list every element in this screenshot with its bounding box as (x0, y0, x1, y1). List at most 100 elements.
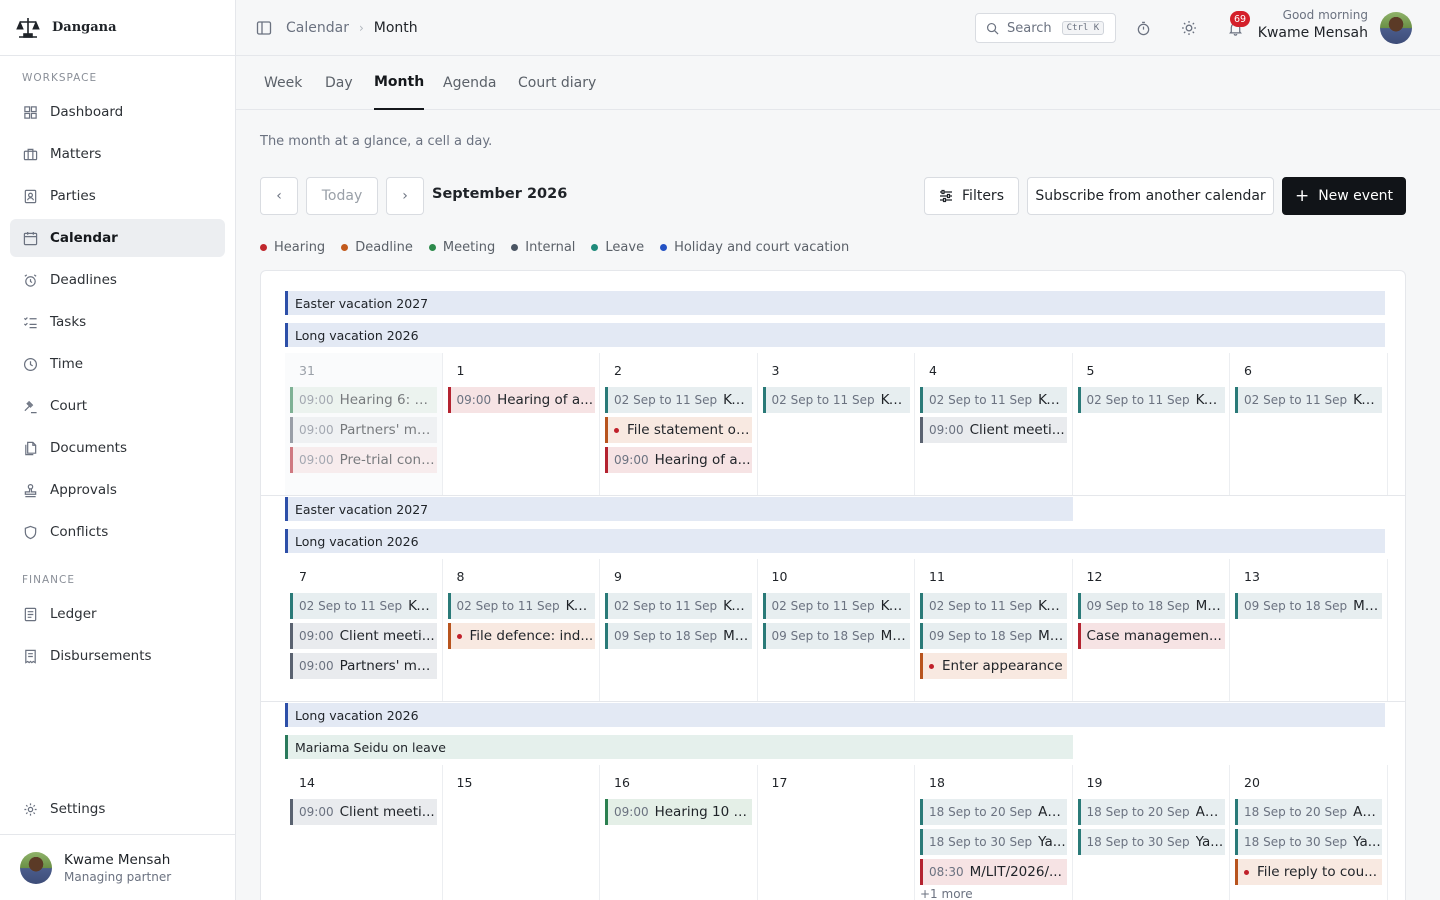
sidebar-item-calendar[interactable]: Calendar (10, 219, 225, 257)
calendar-event[interactable]: 18 Sep to 30 Sep Ya... (1235, 829, 1382, 855)
calendar-event[interactable]: 02 Sep to 11 Sep Koj... (1235, 387, 1382, 413)
brand[interactable]: Dangana (0, 0, 235, 56)
calendar-event[interactable]: 18 Sep to 20 Sep Ak... (1235, 799, 1382, 825)
previous-month-button[interactable]: ‹ (260, 177, 298, 215)
day-cell[interactable]: 17 (757, 765, 915, 900)
calendar-event[interactable]: Enter appearance (920, 653, 1067, 679)
calendar-event[interactable]: 18 Sep to 20 Sep Ak... (920, 799, 1067, 825)
sidebar-item-disbursements[interactable]: Disbursements (10, 637, 225, 675)
sidebar-user[interactable]: Kwame Mensah Managing partner (0, 834, 236, 900)
theme-toggle-icon[interactable] (1179, 18, 1199, 38)
calendar-event[interactable]: 02 Sep to 11 Sep Koj... (1077, 387, 1225, 413)
day-cell[interactable]: 13 09 Sep to 18 Sep Ma... (1230, 559, 1388, 701)
today-button[interactable]: Today (306, 177, 378, 215)
day-cell[interactable]: 1 09:00 Hearing of a... (442, 353, 600, 495)
day-cell[interactable]: 18 18 Sep to 20 Sep Ak... 18 Sep to 30 Sep Y… (915, 765, 1073, 900)
sidebar-item-dashboard[interactable]: Dashboard (10, 93, 225, 131)
next-month-button[interactable]: › (386, 177, 424, 215)
breadcrumb-calendar[interactable]: Calendar (286, 20, 349, 36)
calendar-event[interactable]: 02 Sep to 11 Sep Koj... (605, 593, 752, 619)
calendar-event[interactable]: 09:00 Hearing of a... (447, 387, 595, 413)
day-cell[interactable]: 31 09:00 Hearing 6: m... 09:00 Partners' me.… (285, 353, 443, 495)
calendar-band[interactable]: Mariama Seidu on leave (285, 735, 1073, 759)
calendar-event[interactable]: 02 Sep to 11 Sep Koj... (762, 387, 910, 413)
new-event-button[interactable]: + New event (1282, 177, 1406, 215)
day-cell[interactable]: 20 18 Sep to 20 Sep Ak... 18 Sep to 30 Sep Y… (1230, 765, 1388, 900)
sidebar-item-settings[interactable]: Settings (10, 790, 225, 828)
day-cell[interactable]: 2 02 Sep to 11 Sep Koj... File statement of… (600, 353, 758, 495)
calendar-event[interactable]: 09 Sep to 18 Sep Ma... (1235, 593, 1382, 619)
tab-agenda[interactable]: Agenda (443, 56, 496, 110)
calendar-event[interactable]: 02 Sep to 11 Sep Koj... (920, 593, 1067, 619)
sidebar-item-documents[interactable]: Documents (10, 429, 225, 467)
sidebar-item-tasks[interactable]: Tasks (10, 303, 225, 341)
day-cell[interactable]: 3 02 Sep to 11 Sep Koj... (757, 353, 915, 495)
tab-court-diary[interactable]: Court diary (518, 56, 596, 110)
calendar-event[interactable]: 09:00 Hearing 6: m... (290, 387, 437, 413)
calendar-event[interactable]: File defence: ind... (447, 623, 595, 649)
day-cell[interactable]: 4 02 Sep to 11 Sep Koj... 09:00 Client meeti… (915, 353, 1073, 495)
calendar-event[interactable]: 18 Sep to 30 Sep Ya... (920, 829, 1067, 855)
tab-month[interactable]: Month (374, 56, 425, 110)
calendar-event[interactable]: 02 Sep to 11 Sep Koj... (447, 593, 595, 619)
sidebar-item-court[interactable]: Court (10, 387, 225, 425)
day-cell[interactable]: 8 02 Sep to 11 Sep Koj... File defence: ind… (442, 559, 600, 701)
calendar-event[interactable]: 09:00 Partners' me... (290, 653, 437, 679)
calendar-event[interactable]: 09:00 Client meeti... (920, 417, 1067, 443)
calendar-band[interactable]: Long vacation 2026 (285, 703, 1385, 727)
calendar-event[interactable]: 09 Sep to 18 Sep Ma... (605, 623, 752, 649)
day-cell[interactable]: 5 02 Sep to 11 Sep Koj... (1072, 353, 1230, 495)
sidebar-item-parties[interactable]: Parties (10, 177, 225, 215)
calendar-event[interactable]: 02 Sep to 11 Sep Koj... (920, 387, 1067, 413)
avatar[interactable] (1380, 12, 1412, 44)
calendar-event[interactable]: 09:00 Hearing 10 K... (605, 799, 752, 825)
calendar-event[interactable]: 09:00 Partners' me... (290, 417, 437, 443)
day-cell[interactable]: 16 09:00 Hearing 10 K... (600, 765, 758, 900)
day-cell[interactable]: 12 09 Sep to 18 Sep Ma... Case managemen... (1072, 559, 1230, 701)
greeting-user-name: Kwame Mensah (1257, 25, 1368, 41)
calendar-event[interactable]: 18 Sep to 20 Sep Ak... (1077, 799, 1225, 825)
day-cell[interactable]: 15 (442, 765, 600, 900)
calendar-event[interactable]: 02 Sep to 11 Sep Koj... (762, 593, 910, 619)
calendar-event[interactable]: 09:00 Hearing of a... (605, 447, 752, 473)
calendar-event[interactable]: 09:00 Client meeti... (290, 799, 437, 825)
calendar-event[interactable]: 02 Sep to 11 Sep Koj... (605, 387, 752, 413)
search-input[interactable]: Search Ctrl K (975, 13, 1116, 43)
calendar-band[interactable]: Easter vacation 2027 (285, 291, 1385, 315)
subscribe-calendar-button[interactable]: Subscribe from another calendar (1027, 177, 1274, 215)
sidebar-item-approvals[interactable]: Approvals (10, 471, 225, 509)
calendar-event[interactable]: 09 Sep to 18 Sep Ma... (920, 623, 1067, 649)
calendar-event[interactable]: File statement of... (605, 417, 752, 443)
more-events-link[interactable]: +1 more (920, 887, 973, 900)
sidebar-item-ledger[interactable]: Ledger (10, 595, 225, 633)
event-title: Ak... (1353, 804, 1382, 820)
tab-week[interactable]: Week (264, 56, 302, 110)
calendar-band[interactable]: Easter vacation 2027 (285, 497, 1073, 521)
calendar-event[interactable]: 09 Sep to 18 Sep Ma... (762, 623, 910, 649)
calendar-event[interactable]: 09:00 Client meeti... (290, 623, 437, 649)
day-cell[interactable]: 11 02 Sep to 11 Sep Koj... 09 Sep to 18 Sep… (915, 559, 1073, 701)
day-cell[interactable]: 19 18 Sep to 20 Sep Ak... 18 Sep to 30 Sep Y… (1072, 765, 1230, 900)
calendar-event[interactable]: 02 Sep to 11 Sep Koj... (290, 593, 437, 619)
calendar-event[interactable]: 18 Sep to 30 Sep Ya... (1077, 829, 1225, 855)
sidebar-item-time[interactable]: Time (10, 345, 225, 383)
sidebar-item-conflicts[interactable]: Conflicts (10, 513, 225, 551)
calendar-event[interactable]: Case managemen... (1077, 623, 1225, 649)
day-cell[interactable]: 7 02 Sep to 11 Sep Koj... 09:00 Client meeti… (285, 559, 443, 701)
calendar-event[interactable]: 08:30 M/LIT/2026/... (920, 859, 1067, 885)
calendar-band[interactable]: Long vacation 2026 (285, 323, 1385, 347)
sidebar-item-matters[interactable]: Matters (10, 135, 225, 173)
day-cell[interactable]: 6 02 Sep to 11 Sep Koj... (1230, 353, 1388, 495)
calendar-band[interactable]: Long vacation 2026 (285, 529, 1385, 553)
tab-day[interactable]: Day (325, 56, 353, 110)
day-cell[interactable]: 9 02 Sep to 11 Sep Koj... 09 Sep to 18 Sep M… (600, 559, 758, 701)
calendar-event[interactable]: 09 Sep to 18 Sep Ma... (1077, 593, 1225, 619)
timer-icon[interactable] (1133, 18, 1153, 38)
calendar-event[interactable]: 09:00 Pre-trial conf... (290, 447, 437, 473)
filters-button[interactable]: Filters (924, 177, 1019, 215)
sidebar-toggle-icon[interactable] (254, 18, 274, 38)
calendar-event[interactable]: File reply to cou... (1235, 859, 1382, 885)
day-cell[interactable]: 10 02 Sep to 11 Sep Koj... 09 Sep to 18 Sep… (757, 559, 915, 701)
sidebar-item-deadlines[interactable]: Deadlines (10, 261, 225, 299)
day-cell[interactable]: 14 09:00 Client meeti... (285, 765, 443, 900)
